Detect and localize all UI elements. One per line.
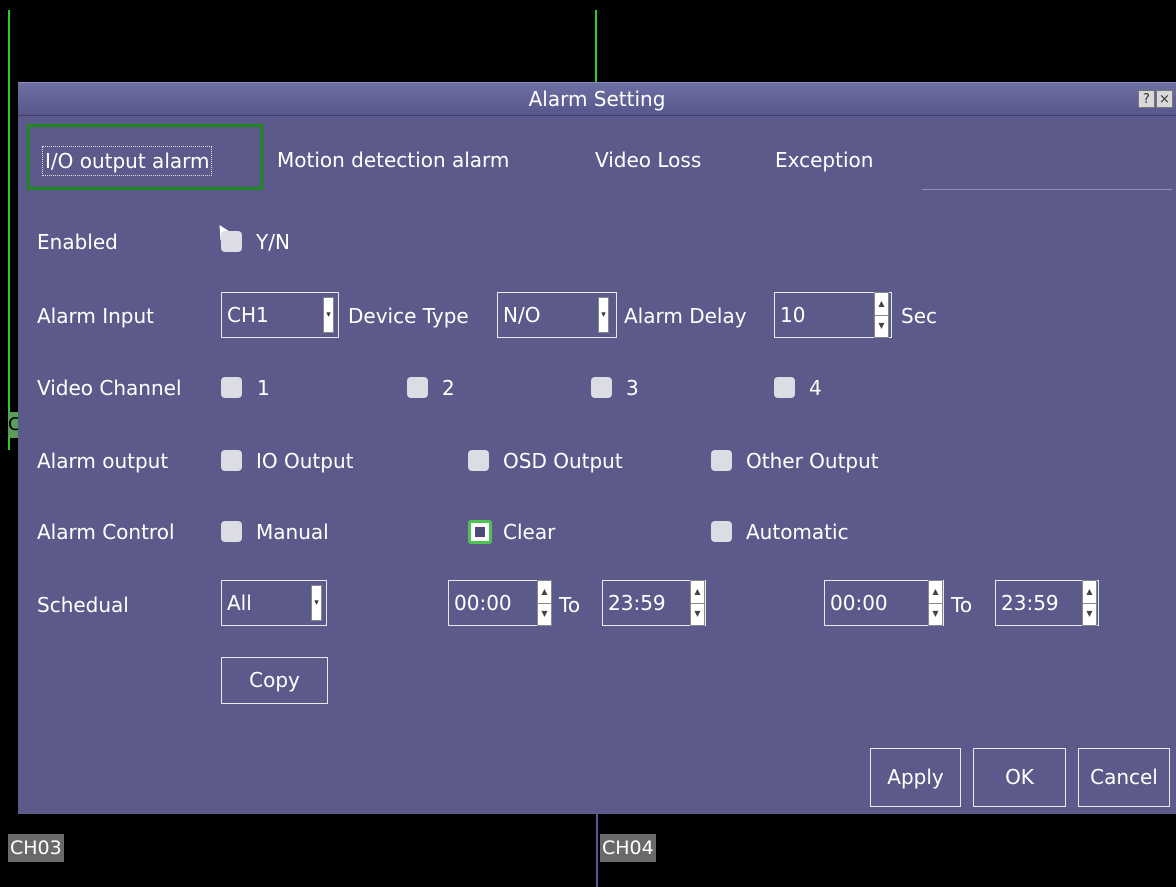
automatic-label: Automatic: [746, 520, 849, 544]
alarm-delay-unit: Sec: [901, 304, 937, 328]
tab-io-output-alarm[interactable]: I/O output alarm: [42, 146, 213, 176]
video-channel-4-checkbox[interactable]: [774, 377, 795, 398]
tab-motion-detection-alarm[interactable]: Motion detection alarm: [277, 146, 509, 174]
other-output-label: Other Output: [746, 449, 879, 473]
ok-button[interactable]: OK: [973, 748, 1066, 807]
schedule-range2-to-label: To: [951, 593, 973, 617]
alarm-input-label: Alarm Input: [37, 304, 154, 328]
schedule-range2-from-spinner-icon[interactable]: ▲ ▼: [928, 580, 943, 626]
clear-checkbox[interactable]: [468, 520, 492, 544]
alarm-delay-label: Alarm Delay: [624, 304, 747, 328]
alarm-control-label: Alarm Control: [37, 520, 175, 544]
grid-divider-vertical-top: [595, 10, 597, 82]
schedule-range1-to-spinner-icon[interactable]: ▲ ▼: [690, 580, 705, 626]
cancel-button[interactable]: Cancel: [1078, 748, 1170, 807]
manual-checkbox[interactable]: [221, 521, 242, 542]
alarm-input-select[interactable]: CH1: [221, 292, 339, 338]
io-output-checkbox[interactable]: [221, 450, 242, 471]
grid-divider-left: [8, 10, 10, 450]
schedule-dropdown-icon[interactable]: ▾: [311, 585, 322, 621]
close-icon[interactable]: ×: [1156, 90, 1173, 108]
io-output-label: IO Output: [256, 449, 354, 473]
apply-button[interactable]: Apply: [870, 748, 961, 807]
alarm-output-label: Alarm output: [37, 449, 169, 473]
video-channel-1-label: 1: [257, 376, 270, 400]
schedule-range2-to-spinner-icon[interactable]: ▲ ▼: [1082, 580, 1097, 626]
osd-output-label: OSD Output: [503, 449, 623, 473]
enabled-label: Enabled: [37, 230, 118, 254]
copy-button[interactable]: Copy: [221, 657, 328, 704]
channel-label-ch04: CH04: [600, 834, 656, 862]
clear-label: Clear: [503, 520, 556, 544]
schedule-label: Schedual: [37, 593, 129, 617]
grid-divider-vertical-bottom: [596, 812, 598, 887]
video-channel-1-checkbox[interactable]: [221, 377, 242, 398]
help-icon[interactable]: ?: [1138, 90, 1155, 108]
tab-underline: [922, 189, 1172, 190]
schedule-range1-to-label: To: [559, 593, 581, 617]
alarm-delay-spinner-icon[interactable]: ▲ ▼: [874, 292, 889, 338]
channel-label-ch03: CH03: [8, 834, 64, 862]
video-channel-3-checkbox[interactable]: [591, 377, 612, 398]
schedule-range2-from-input[interactable]: 00:00: [824, 580, 944, 626]
device-type-label: Device Type: [348, 304, 469, 328]
alarm-input-dropdown-icon[interactable]: ▾: [323, 297, 334, 333]
video-channel-2-checkbox[interactable]: [407, 377, 428, 398]
enabled-option-label: Y/N: [256, 230, 290, 254]
dialog-title: Alarm Setting: [528, 87, 666, 111]
automatic-checkbox[interactable]: [711, 521, 732, 542]
tab-exception[interactable]: Exception: [775, 146, 873, 174]
osd-output-checkbox[interactable]: [468, 450, 489, 471]
alarm-setting-dialog: Alarm Setting ? × I/O output alarm Motio…: [18, 82, 1176, 814]
video-channel-label: Video Channel: [37, 376, 182, 400]
other-output-checkbox[interactable]: [711, 450, 732, 471]
channel-label-fragment: C: [8, 412, 18, 438]
schedule-range1-from-spinner-icon[interactable]: ▲ ▼: [537, 580, 552, 626]
dialog-titlebar[interactable]: Alarm Setting ? ×: [18, 82, 1176, 116]
enabled-checkbox[interactable]: [221, 231, 242, 252]
tab-video-loss[interactable]: Video Loss: [595, 146, 701, 174]
video-channel-3-label: 3: [626, 376, 639, 400]
device-type-dropdown-icon[interactable]: ▾: [598, 297, 609, 333]
video-channel-4-label: 4: [809, 376, 822, 400]
video-channel-2-label: 2: [442, 376, 455, 400]
manual-label: Manual: [256, 520, 329, 544]
